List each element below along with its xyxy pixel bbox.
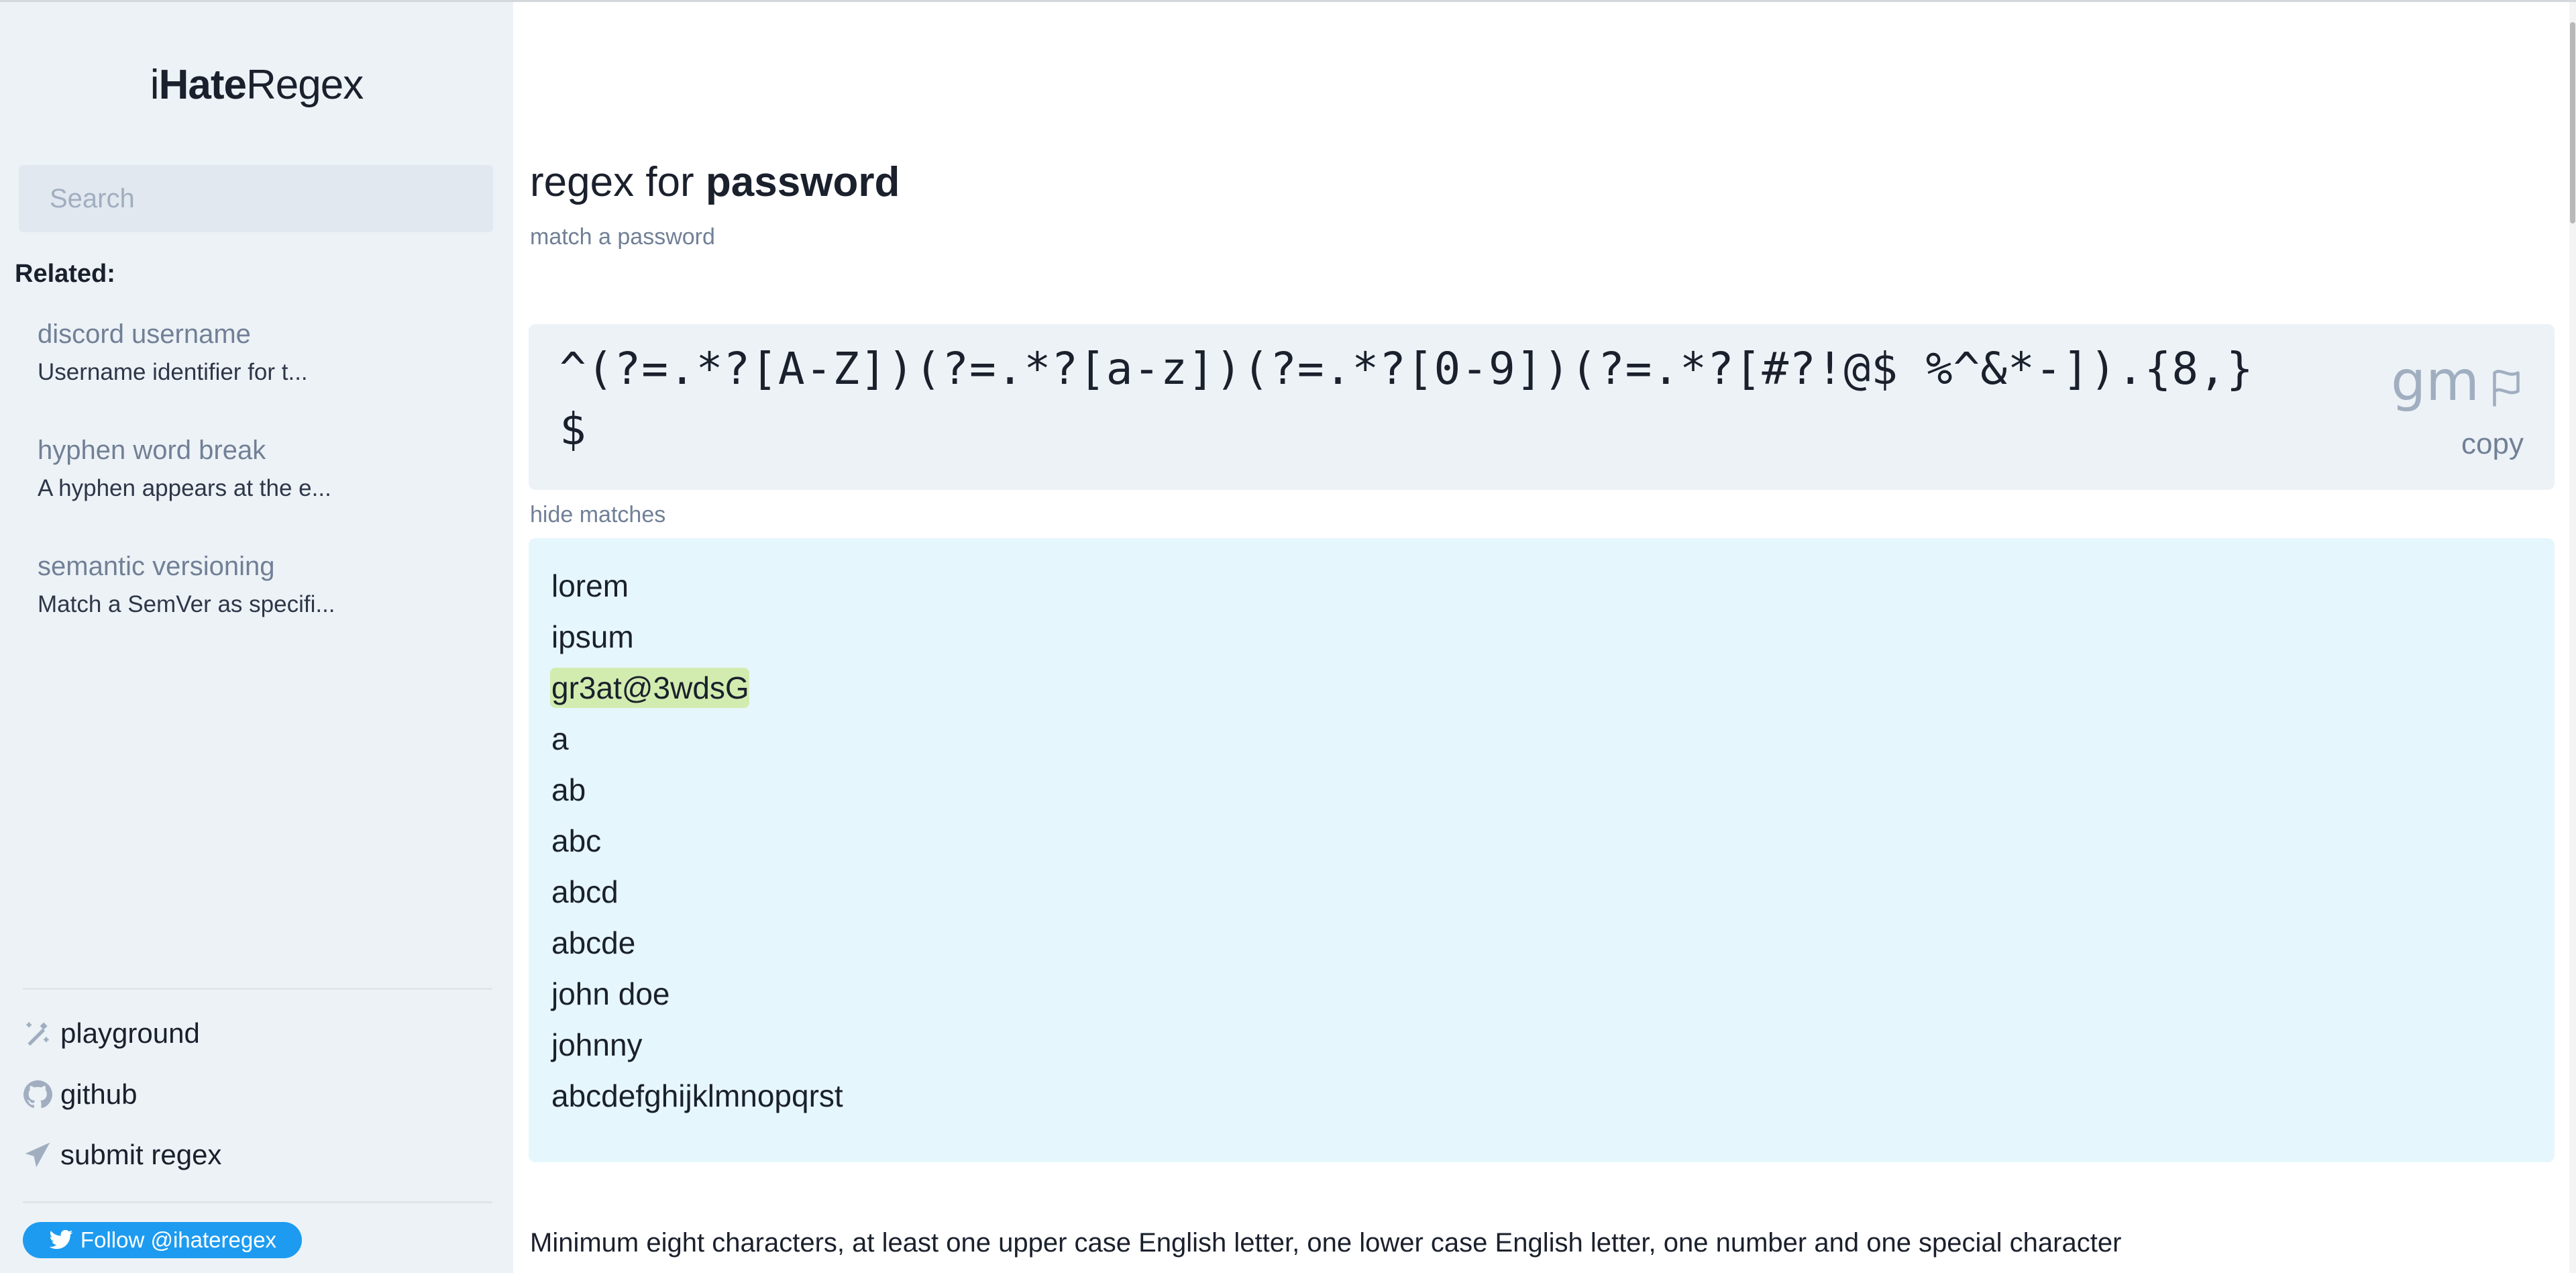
related-item-semantic-versioning[interactable]: semantic versioning Match a SemVer as sp… (38, 552, 335, 618)
test-line: lorem (551, 568, 629, 603)
logo-suffix: Regex (246, 62, 364, 108)
regex-flags-text: gm (2391, 350, 2479, 413)
related-item-discord-username[interactable]: discord username Username identifier for… (38, 319, 308, 386)
logo-bold: Hate (158, 62, 247, 108)
related-item-title: discord username (38, 319, 251, 349)
related-heading: Related: (15, 260, 115, 288)
github-label: github (60, 1078, 138, 1110)
paper-plane-icon (25, 1142, 50, 1168)
scrollbar-thumb[interactable] (2570, 22, 2575, 223)
test-line: ab (551, 772, 586, 807)
flag-icon (2493, 369, 2520, 406)
page-title-prefix: regex for (530, 159, 706, 205)
sidebar-divider (23, 1201, 492, 1203)
scrollbar[interactable] (2569, 2, 2576, 1273)
page-subtitle: match a password (530, 224, 715, 250)
magic-wand-icon (26, 1022, 49, 1046)
sidebar: iHateRegex Related: discord username Use… (0, 2, 513, 1273)
related-item-hyphen-word-break[interactable]: hyphen word break A hyphen appears at th… (38, 436, 331, 502)
test-line: ipsum (551, 619, 634, 654)
page-title: regex for password (530, 158, 900, 206)
test-line: abc (551, 823, 602, 858)
submit-regex-label: submit regex (60, 1139, 222, 1170)
related-item-title: hyphen word break (38, 436, 266, 465)
playground-label: playground (60, 1017, 200, 1049)
copy-button[interactable]: copy (2461, 427, 2524, 461)
related-item-description: Username identifier for t... (38, 359, 308, 385)
page-title-bold: password (705, 159, 900, 205)
test-line: john doe (551, 976, 670, 1011)
github-icon (23, 1080, 52, 1109)
playground-link[interactable]: playground (23, 1017, 200, 1050)
regex-box: ^(?=.*?[A-Z])(?=.*?[a-z])(?=.*?[0-9])(?=… (529, 324, 2555, 490)
submit-regex-link[interactable]: submit regex (23, 1139, 221, 1171)
related-item-description: A hyphen appears at the e... (38, 475, 331, 501)
sidebar-divider (23, 988, 492, 990)
hide-matches-toggle[interactable]: hide matches (530, 502, 665, 528)
logo[interactable]: iHateRegex (0, 61, 513, 109)
related-item-description: Match a SemVer as specifi... (38, 591, 335, 617)
twitter-follow-button[interactable]: Follow @ihateregex (23, 1222, 302, 1258)
test-line: johnny (551, 1027, 643, 1062)
matched-line: gr3at@3wdsG (550, 668, 749, 708)
test-line: abcde (551, 925, 636, 960)
test-line: a (551, 721, 569, 756)
match-box[interactable]: lorem ipsum gr3at@3wdsG a ab abc abcd abcde john… (529, 538, 2555, 1162)
test-line: abcdefghijklmnopqrst (551, 1078, 843, 1113)
logo-prefix: i (150, 62, 160, 108)
twitter-bird-icon (49, 1229, 73, 1250)
twitter-follow-label: Follow @ihateregex (80, 1227, 277, 1252)
related-item-title: semantic versioning (38, 552, 275, 581)
regex-flags: gm (2391, 350, 2524, 413)
test-line: abcd (551, 874, 619, 909)
regex-pattern[interactable]: ^(?=.*?[A-Z])(?=.*?[a-z])(?=.*?[0-9])(?=… (559, 339, 2263, 460)
github-link[interactable]: github (23, 1078, 137, 1111)
regex-description: Minimum eight characters, at least one u… (530, 1228, 2122, 1258)
search-input[interactable] (19, 165, 493, 232)
